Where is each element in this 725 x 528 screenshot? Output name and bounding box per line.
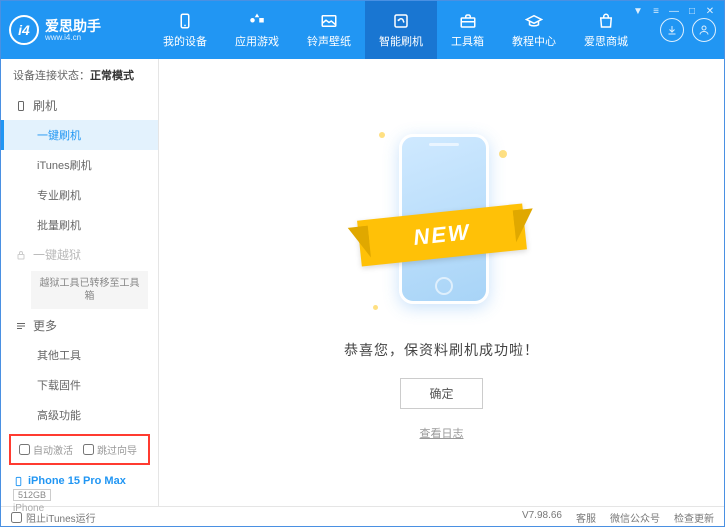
- sidebar-item-pro[interactable]: 专业刷机: [1, 180, 158, 210]
- menu-icon[interactable]: ≡: [649, 4, 663, 18]
- connection-status: 设备连接状态：正常模式: [1, 59, 158, 91]
- device-storage: 512GB: [13, 489, 51, 501]
- ok-button[interactable]: 确定: [400, 378, 482, 409]
- header: i4 爱思助手 www.i4.cn 我的设备 应用游戏 铃声壁纸 智能刷机 工具…: [1, 1, 724, 59]
- nav-my-device[interactable]: 我的设备: [149, 1, 221, 59]
- sidebar-group-flash[interactable]: 刷机: [1, 91, 158, 120]
- top-nav: 我的设备 应用游戏 铃声壁纸 智能刷机 工具箱 教程中心 爱思商城: [149, 1, 660, 59]
- logo-icon: i4: [9, 15, 39, 45]
- version-label: V7.98.66: [522, 510, 562, 525]
- footer-support[interactable]: 客服: [576, 510, 596, 525]
- image-icon: [319, 11, 339, 31]
- sidebar-item-firmware[interactable]: 下载固件: [1, 370, 158, 400]
- footer-update[interactable]: 检查更新: [674, 510, 714, 525]
- sidebar-item-other[interactable]: 其他工具: [1, 340, 158, 370]
- phone-icon: [175, 11, 195, 31]
- auto-activate-checkbox[interactable]: 自动激活: [19, 442, 73, 457]
- nav-flash[interactable]: 智能刷机: [365, 1, 437, 59]
- nav-ringtones[interactable]: 铃声壁纸: [293, 1, 365, 59]
- footer-wechat[interactable]: 微信公众号: [610, 510, 660, 525]
- success-message: 恭喜您，保资料刷机成功啦！: [344, 340, 539, 360]
- maximize-icon[interactable]: □: [685, 4, 699, 18]
- refresh-icon: [391, 11, 411, 31]
- new-ribbon: NEW: [357, 203, 527, 266]
- device-name[interactable]: iPhone 15 Pro Max: [13, 475, 146, 487]
- lock-icon: [15, 249, 27, 261]
- minimize-icon[interactable]: —: [667, 4, 681, 18]
- sidebar-item-oneclick[interactable]: 一键刷机: [1, 120, 158, 150]
- nav-toolbox[interactable]: 工具箱: [437, 1, 498, 59]
- app-name: 爱思助手: [45, 19, 101, 33]
- sidebar: 设备连接状态：正常模式 刷机 一键刷机 iTunes刷机 专业刷机 批量刷机 一…: [1, 59, 159, 506]
- app-url: www.i4.cn: [45, 33, 101, 42]
- main-content: NEW 恭喜您，保资料刷机成功啦！ 确定 查看日志: [159, 59, 724, 506]
- list-icon: [15, 320, 27, 332]
- bag-icon: [596, 11, 616, 31]
- view-log-link[interactable]: 查看日志: [420, 425, 464, 441]
- download-button[interactable]: [660, 18, 684, 42]
- sidebar-group-jailbreak: 一键越狱: [1, 240, 158, 269]
- nav-tutorials[interactable]: 教程中心: [498, 1, 570, 59]
- apps-icon: [247, 11, 267, 31]
- gift-icon[interactable]: ▼: [631, 4, 645, 18]
- device-icon: [15, 100, 27, 112]
- logo: i4 爱思助手 www.i4.cn: [9, 15, 149, 45]
- options-highlight: 自动激活 跳过向导: [9, 434, 150, 465]
- close-icon[interactable]: ✕: [703, 4, 717, 18]
- briefcase-icon: [458, 11, 478, 31]
- block-itunes-checkbox[interactable]: 阻止iTunes运行: [11, 510, 96, 525]
- jailbreak-note: 越狱工具已转移至工具箱: [31, 271, 148, 309]
- success-illustration: NEW: [367, 124, 517, 324]
- sidebar-item-batch[interactable]: 批量刷机: [1, 210, 158, 240]
- user-button[interactable]: [692, 18, 716, 42]
- sidebar-item-itunes[interactable]: iTunes刷机: [1, 150, 158, 180]
- graduation-icon: [524, 11, 544, 31]
- sidebar-item-advanced[interactable]: 高级功能: [1, 400, 158, 430]
- nav-apps[interactable]: 应用游戏: [221, 1, 293, 59]
- phone-small-icon: [13, 476, 24, 487]
- skip-guide-checkbox[interactable]: 跳过向导: [83, 442, 137, 457]
- sidebar-group-more[interactable]: 更多: [1, 311, 158, 340]
